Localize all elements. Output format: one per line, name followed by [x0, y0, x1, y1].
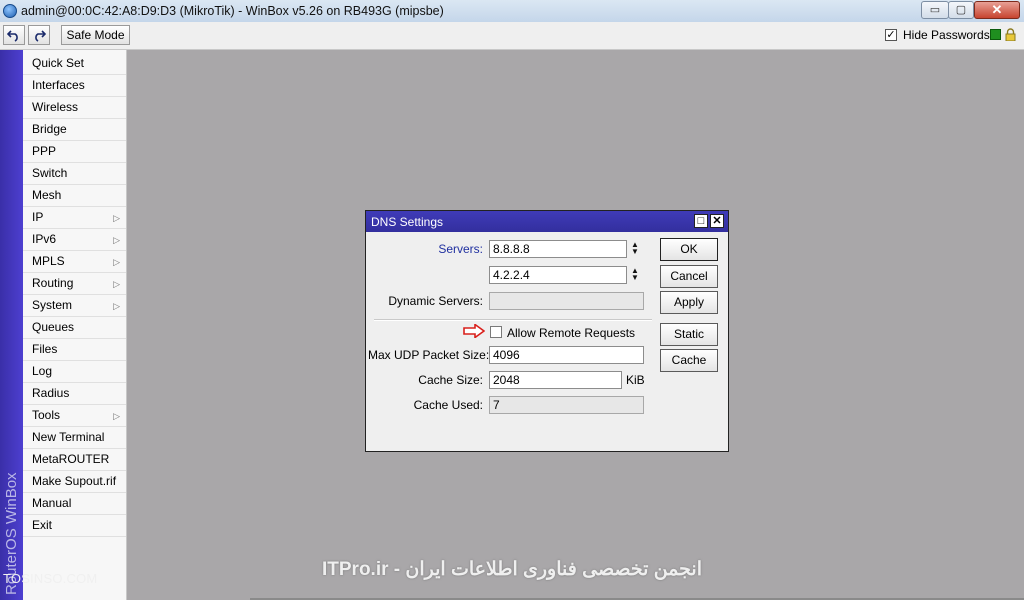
max-udp-packet-size-label: Max UDP Packet Size: [368, 348, 490, 362]
apply-button[interactable]: Apply [660, 291, 718, 314]
redo-icon [35, 30, 47, 42]
server-1-input[interactable]: 8.8.8.8 [489, 240, 627, 258]
dialog-maximize-button[interactable]: □ [694, 214, 708, 228]
red-arrow-annotation-icon [463, 324, 485, 338]
cache-size-unit: KiB [626, 373, 645, 387]
dynamic-servers-field [489, 292, 644, 310]
maximize-icon: □ [697, 215, 705, 227]
max-udp-packet-size-input[interactable]: 4096 [489, 346, 644, 364]
sidebar-item-ip[interactable]: IP ▷ [23, 207, 126, 229]
minimize-button[interactable]: ▭ [921, 1, 949, 19]
close-icon: ✕ [991, 2, 1003, 17]
sidebar-item-switch[interactable]: Switch [23, 163, 126, 185]
allow-remote-requests-checkbox[interactable] [490, 326, 502, 338]
sidebar-item-tools[interactable]: Tools ▷ [23, 405, 126, 427]
toolbar: Safe Mode ✓ Hide Passwords [0, 22, 1024, 50]
dns-settings-dialog: DNS Settings □ ✕ Servers: 8.8.8.8 ▲ ▼ 4.2… [365, 210, 729, 452]
submenu-arrow-icon: ▷ [113, 257, 120, 267]
ok-button[interactable]: OK [660, 238, 718, 261]
dialog-close-button[interactable]: ✕ [710, 214, 724, 228]
sidebar-item-ipv6[interactable]: IPv6 ▷ [23, 229, 126, 251]
server-2-updown-icon[interactable]: ▲ ▼ [630, 267, 640, 283]
submenu-arrow-icon: ▷ [113, 213, 120, 223]
sidebar-item-exit[interactable]: Exit [23, 515, 126, 537]
dialog-title: DNS Settings [371, 215, 444, 229]
cache-used-label: Cache Used: [413, 398, 483, 412]
undo-button[interactable] [3, 25, 25, 45]
watermark-tosinso: TOSINSO.COM [3, 571, 98, 586]
sidebar-item-log[interactable]: Log [23, 361, 126, 383]
dynamic-servers-label: Dynamic Servers: [388, 294, 483, 308]
sidebar-item-files[interactable]: Files [23, 339, 126, 361]
sidebar-item-interfaces[interactable]: Interfaces [23, 75, 126, 97]
sidebar-item-metarouter[interactable]: MetaROUTER [23, 449, 126, 471]
sidebar-menu: Quick Set Interfaces Wireless Bridge PPP… [23, 50, 127, 600]
sidebar-item-routing[interactable]: Routing ▷ [23, 273, 126, 295]
sidebar-item-mesh[interactable]: Mesh [23, 185, 126, 207]
server-2-input[interactable]: 4.2.2.4 [489, 266, 627, 284]
submenu-arrow-icon: ▷ [113, 411, 120, 421]
undo-icon [6, 30, 18, 42]
server-1-updown-icon[interactable]: ▲ ▼ [630, 241, 640, 257]
close-icon: ✕ [712, 215, 722, 227]
sidebar-item-new-terminal[interactable]: New Terminal [23, 427, 126, 449]
sidebar-item-mpls[interactable]: MPLS ▷ [23, 251, 126, 273]
minimize-icon: ▭ [929, 4, 941, 16]
close-window-button[interactable]: ✕ [974, 1, 1020, 19]
cache-size-label: Cache Size: [418, 373, 483, 387]
sidebar-item-queues[interactable]: Queues [23, 317, 126, 339]
dialog-separator [374, 319, 652, 321]
cache-size-input[interactable]: 2048 [489, 371, 622, 389]
maximize-icon: ▢ [955, 4, 967, 16]
dialog-title-bar[interactable]: DNS Settings □ ✕ [366, 211, 728, 232]
winbox-app-icon [3, 4, 17, 18]
sidebar-item-bridge[interactable]: Bridge [23, 119, 126, 141]
sidebar-item-system[interactable]: System ▷ [23, 295, 126, 317]
connection-status-indicator [990, 29, 1001, 40]
allow-remote-requests-label: Allow Remote Requests [507, 326, 636, 340]
watermark-itpro: ITPro.ir - انجمن تخصصی فناوری اطلاعات ای… [322, 559, 703, 580]
safe-mode-button[interactable]: Safe Mode [61, 25, 130, 45]
redo-button[interactable] [28, 25, 50, 45]
window-title: admin@00:0C:42:A8:D9:D3 (MikroTik) - Win… [21, 4, 444, 18]
sidebar-item-ppp[interactable]: PPP [23, 141, 126, 163]
lock-icon [1005, 28, 1016, 41]
hide-passwords-label: Hide Passwords [903, 28, 990, 42]
sidebar-item-radius[interactable]: Radius [23, 383, 126, 405]
cache-button[interactable]: Cache [660, 349, 718, 372]
cache-used-field: 7 [489, 396, 644, 414]
maximize-button[interactable]: ▢ [948, 1, 974, 19]
window-title-bar: admin@00:0C:42:A8:D9:D3 (MikroTik) - Win… [0, 0, 1024, 23]
sidebar-item-quick-set[interactable]: Quick Set [23, 53, 126, 75]
submenu-arrow-icon: ▷ [113, 235, 120, 245]
submenu-arrow-icon: ▷ [113, 279, 120, 289]
static-button[interactable]: Static [660, 323, 718, 346]
servers-label: Servers: [438, 242, 483, 256]
hide-passwords-checkbox[interactable]: ✓ [885, 29, 897, 41]
sidebar-item-wireless[interactable]: Wireless [23, 97, 126, 119]
sidebar-item-make-supout[interactable]: Make Supout.rif [23, 471, 126, 493]
submenu-arrow-icon: ▷ [113, 301, 120, 311]
cancel-button[interactable]: Cancel [660, 265, 718, 288]
sidebar-item-manual[interactable]: Manual [23, 493, 126, 515]
